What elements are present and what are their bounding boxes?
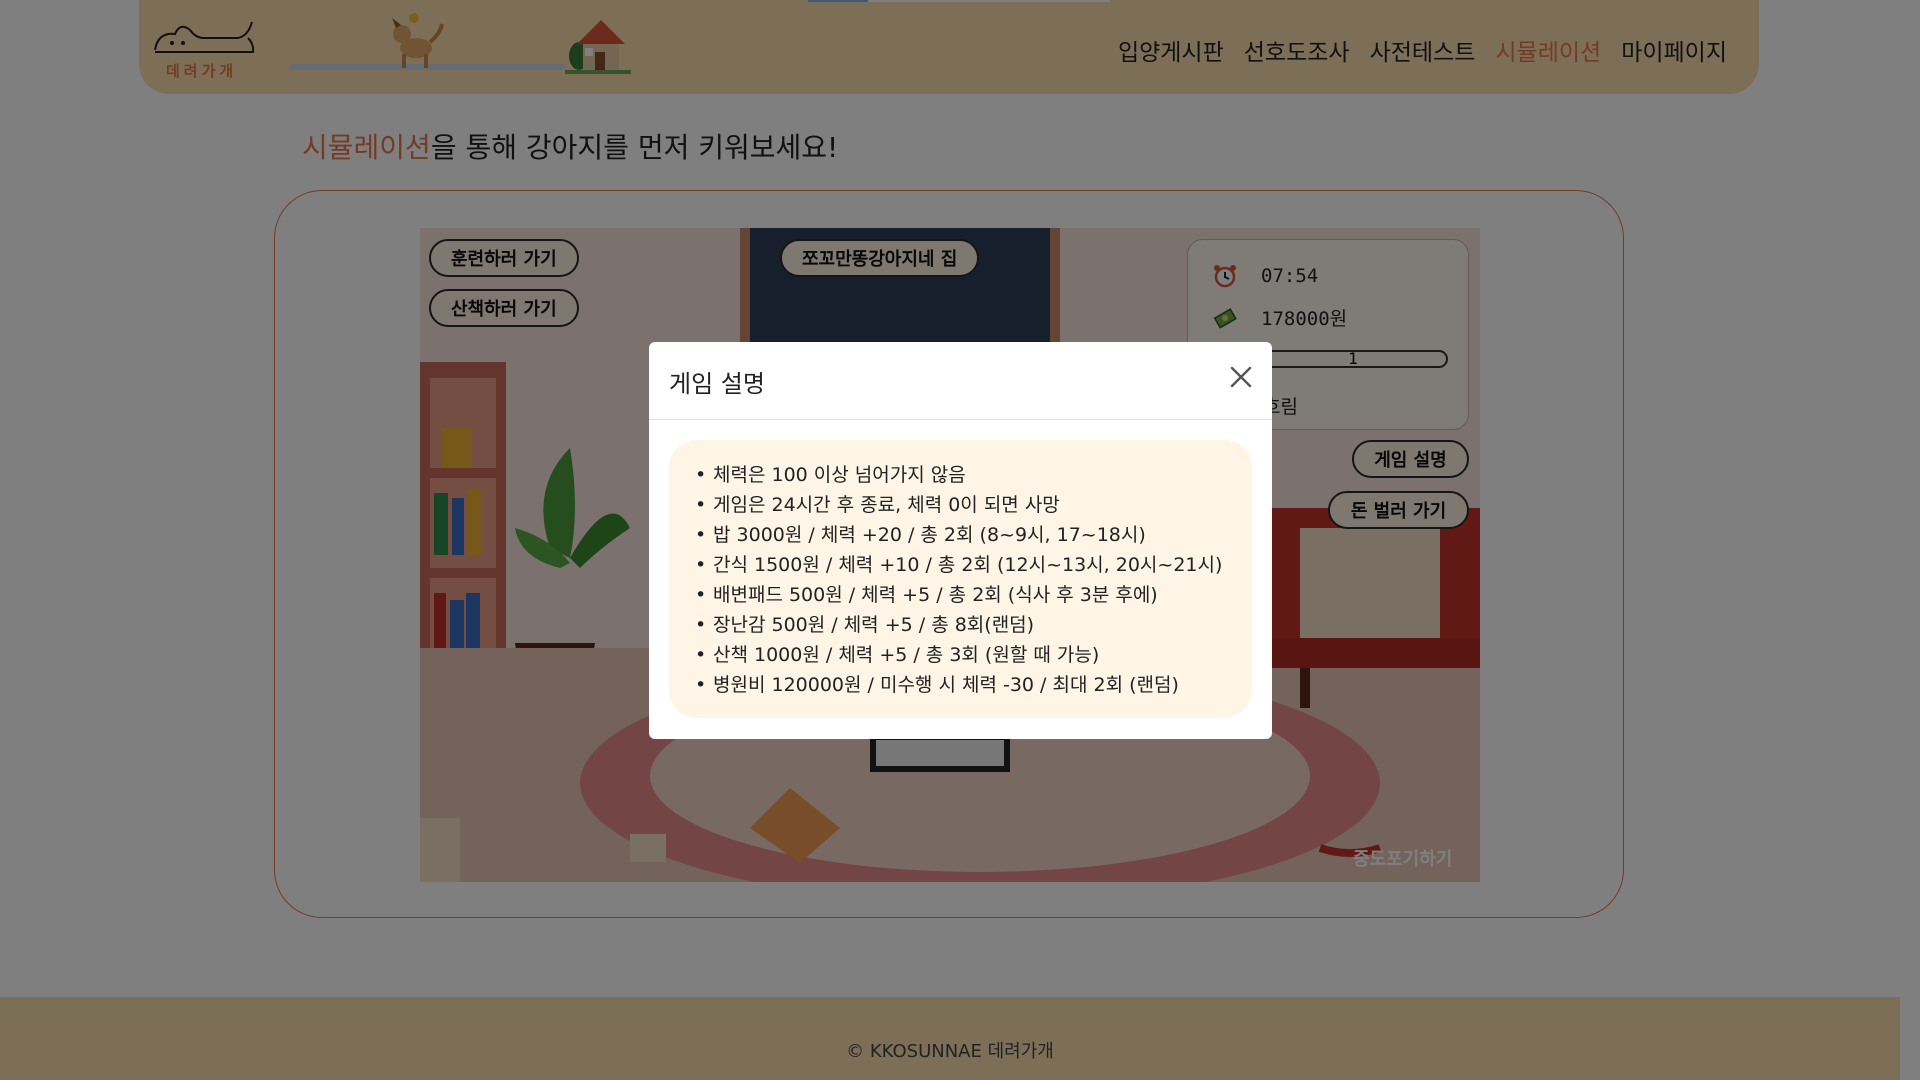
rules-box: 체력은 100 이상 넘어가지 않음 게임은 24시간 후 종료, 체력 0이 … — [669, 440, 1252, 718]
modal-title: 게임 설명 — [669, 370, 765, 398]
modal-divider — [649, 419, 1272, 420]
rules-list: 체력은 100 이상 넘어가지 않음 게임은 24시간 후 종료, 체력 0이 … — [695, 460, 1232, 700]
rule-item: 간식 1500원 / 체력 +10 / 총 2회 (12시~13시, 20시~2… — [695, 550, 1232, 580]
rule-item: 밥 3000원 / 체력 +20 / 총 2회 (8~9시, 17~18시) — [695, 520, 1232, 550]
rule-item: 게임은 24시간 후 종료, 체력 0이 되면 사망 — [695, 490, 1232, 520]
close-icon[interactable] — [1226, 362, 1256, 392]
rule-item: 병원비 120000원 / 미수행 시 체력 -30 / 최대 2회 (랜덤) — [695, 670, 1232, 700]
rule-item: 배변패드 500원 / 체력 +5 / 총 2회 (식사 후 3분 후에) — [695, 580, 1232, 610]
rule-item: 산책 1000원 / 체력 +5 / 총 3회 (원할 때 가능) — [695, 640, 1232, 670]
rule-item: 체력은 100 이상 넘어가지 않음 — [695, 460, 1232, 490]
game-guide-modal: 게임 설명 체력은 100 이상 넘어가지 않음 게임은 24시간 후 종료, … — [649, 342, 1272, 739]
rule-item: 장난감 500원 / 체력 +5 / 총 8회(랜덤) — [695, 610, 1232, 640]
